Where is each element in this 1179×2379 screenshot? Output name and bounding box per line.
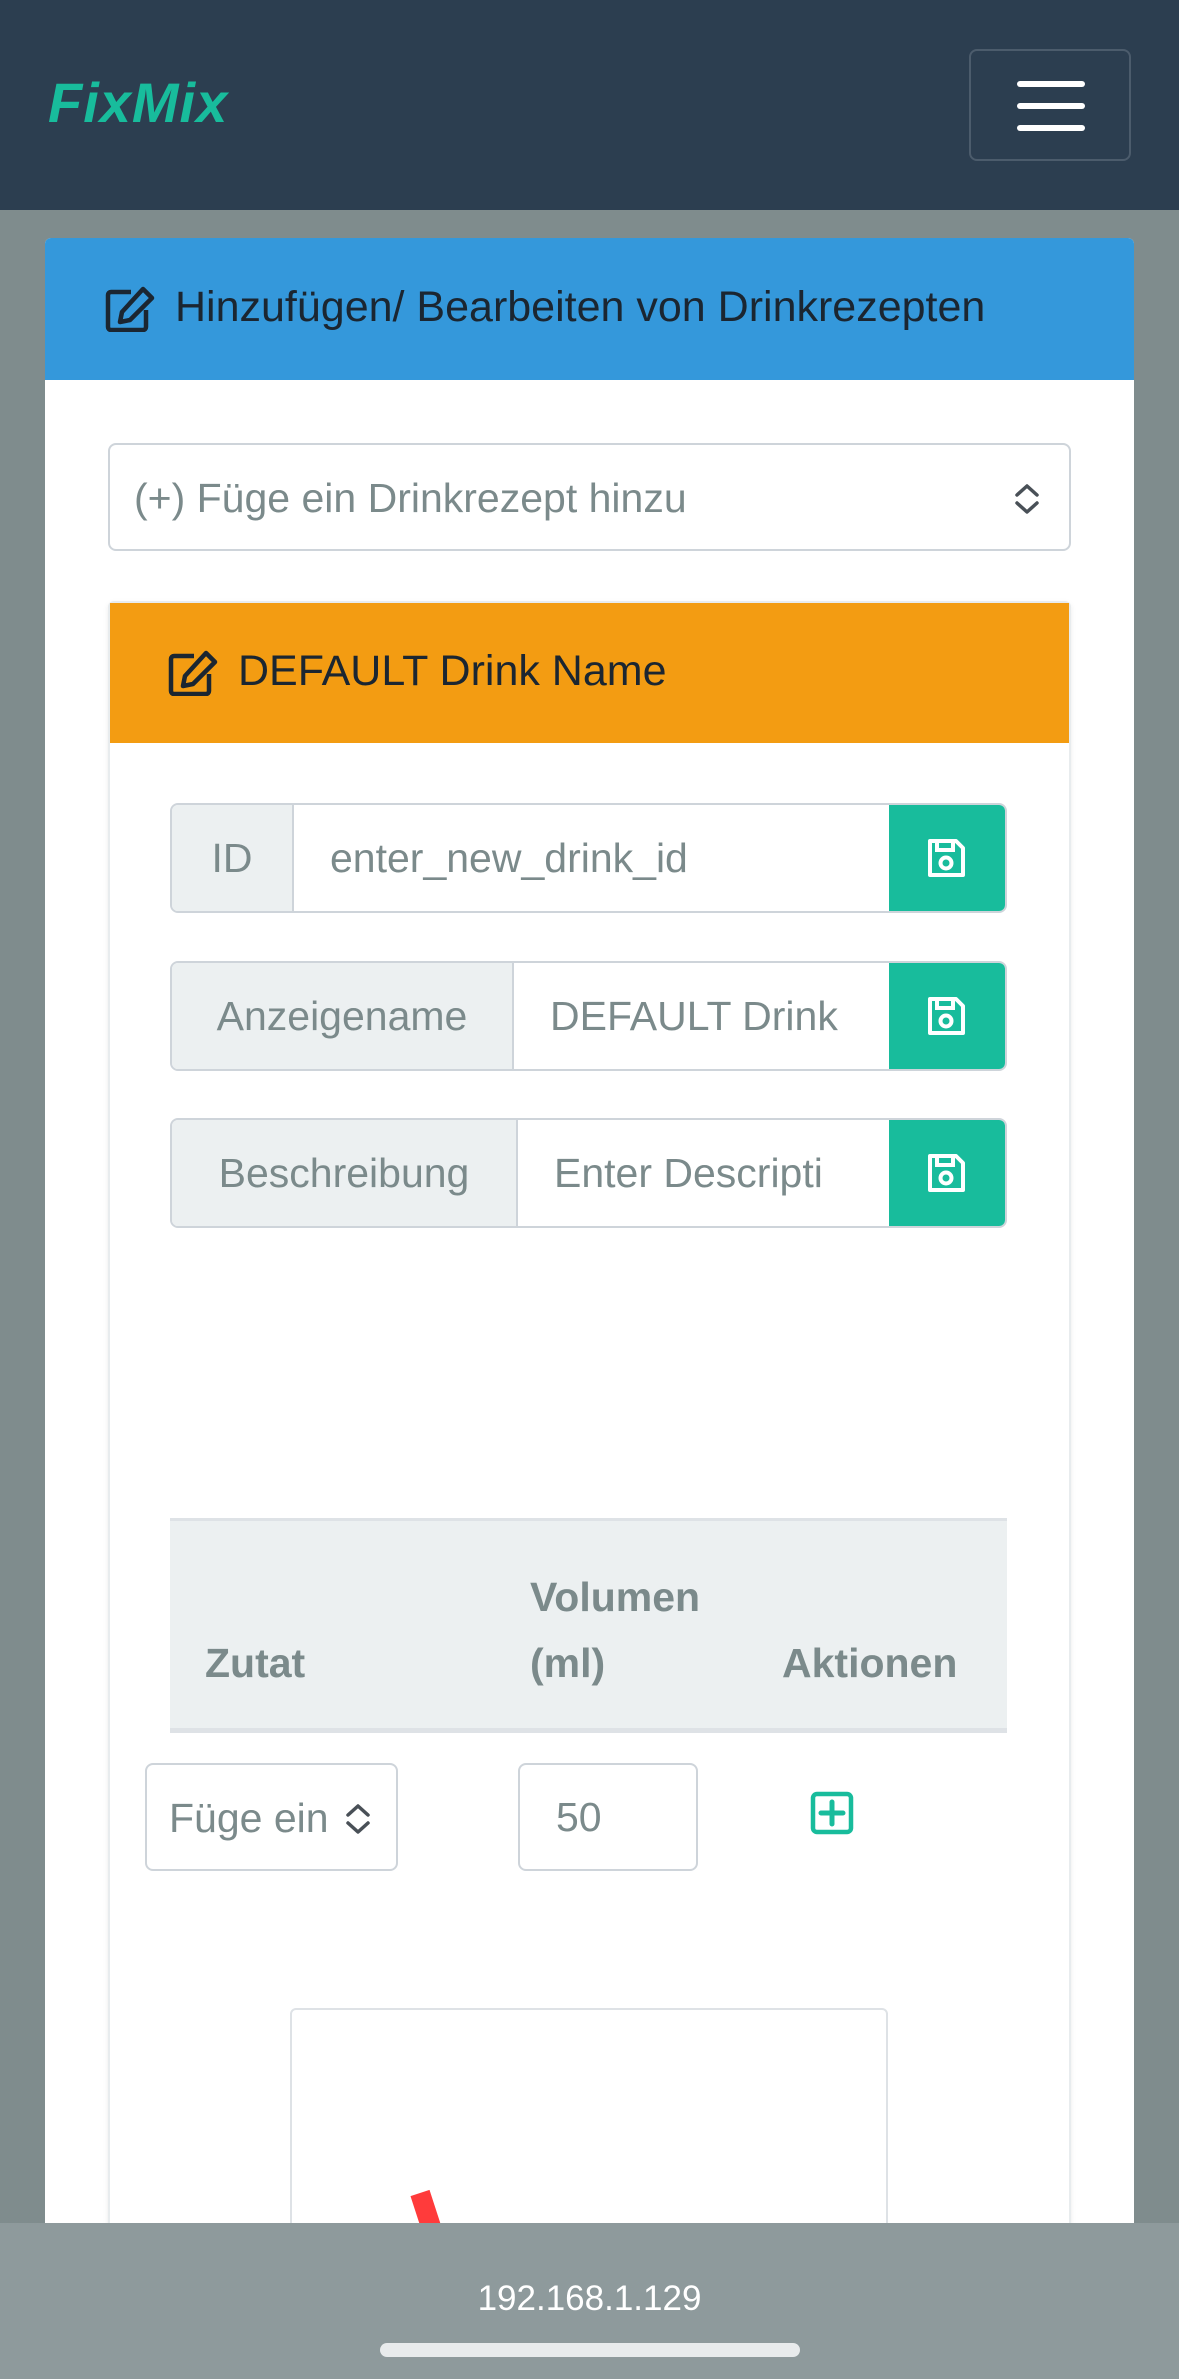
recipe-editor-header: Hinzufügen/ Bearbeiten von Drinkrezepten bbox=[45, 238, 1134, 380]
id-input[interactable]: enter_new_drink_id bbox=[294, 805, 889, 911]
name-input-group: Anzeigename DEFAULT Drink bbox=[170, 961, 1007, 1071]
display-name-label: Anzeigename bbox=[172, 963, 514, 1069]
description-input-group: Beschreibung Enter Descripti bbox=[170, 1118, 1007, 1228]
menu-icon-bar bbox=[1017, 103, 1085, 109]
drink-recipe-select[interactable]: (+) Füge ein Drinkrezept hinzu bbox=[108, 443, 1071, 551]
col-actions: Aktionen bbox=[782, 1640, 958, 1686]
select-updown-icon bbox=[1015, 484, 1039, 514]
ingredient-select[interactable]: Füge ein bbox=[145, 1763, 398, 1871]
edit-icon bbox=[105, 286, 155, 332]
plus-square-icon[interactable] bbox=[810, 1791, 854, 1835]
col-ingredient: Zutat bbox=[205, 1640, 306, 1686]
drink-card-header: DEFAULT Drink Name bbox=[110, 603, 1069, 743]
menu-icon-bar bbox=[1017, 125, 1085, 131]
col-volume-line1: Volumen bbox=[530, 1574, 701, 1620]
menu-icon bbox=[1017, 81, 1085, 87]
save-icon bbox=[928, 1154, 965, 1192]
save-icon bbox=[928, 997, 965, 1035]
col-volume-line2: (ml) bbox=[530, 1640, 606, 1686]
description-input[interactable]: Enter Descripti bbox=[518, 1120, 889, 1226]
url-label[interactable]: 192.168.1.129 bbox=[0, 2279, 1179, 2319]
save-icon bbox=[928, 839, 965, 877]
save-name-button[interactable] bbox=[889, 963, 1005, 1069]
recipe-editor-title: Hinzufügen/ Bearbeiten von Drinkrezepten bbox=[175, 283, 986, 331]
save-description-button[interactable] bbox=[889, 1120, 1005, 1226]
recipe-editor-card: Hinzufügen/ Bearbeiten von Drinkrezepten… bbox=[45, 238, 1134, 2238]
navbar: FixMix bbox=[0, 0, 1179, 210]
volume-input[interactable]: 50 bbox=[518, 1763, 698, 1871]
browser-bottom-bar: 192.168.1.129 bbox=[0, 2223, 1179, 2379]
id-label: ID bbox=[172, 805, 294, 911]
home-indicator[interactable] bbox=[380, 2343, 800, 2357]
brand-logo[interactable]: FixMix bbox=[48, 70, 228, 135]
display-name-input[interactable]: DEFAULT Drink bbox=[514, 963, 889, 1069]
drink-glass-image bbox=[410, 2189, 446, 2238]
edit-icon bbox=[168, 650, 218, 696]
ingredients-table-header: Zutat Volumen (ml) Aktionen bbox=[170, 1518, 1007, 1733]
drink-recipe-select-value: (+) Füge ein Drinkrezept hinzu bbox=[134, 475, 687, 521]
description-label: Beschreibung bbox=[172, 1120, 518, 1226]
drink-card: DEFAULT Drink Name ID enter_new_drink_id… bbox=[108, 601, 1071, 2238]
drink-image bbox=[290, 2008, 888, 2238]
ingredient-select-value: Füge ein bbox=[169, 1795, 329, 1841]
id-input-group: ID enter_new_drink_id bbox=[170, 803, 1007, 913]
select-updown-icon bbox=[346, 1804, 370, 1834]
menu-toggle-button[interactable] bbox=[969, 49, 1131, 161]
save-id-button[interactable] bbox=[889, 805, 1005, 911]
drink-card-title: DEFAULT Drink Name bbox=[238, 647, 667, 695]
